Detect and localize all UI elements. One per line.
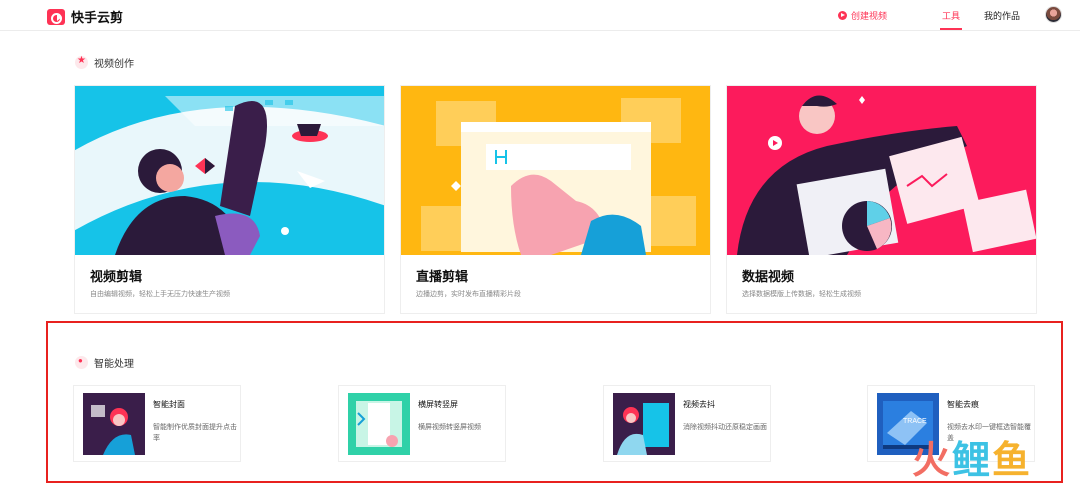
tool-description: 横屏视频转竖屏视频: [418, 424, 481, 431]
tool-description: 消除视频抖动还原稳定画面: [683, 424, 767, 431]
tool-name: 智能封面: [153, 400, 185, 409]
nav-tab-tools[interactable]: 工具: [942, 9, 960, 22]
card-title: 视频剪辑: [90, 269, 143, 284]
data-video-illustration: [727, 86, 1036, 255]
kuaishou-logo-icon: [47, 8, 65, 25]
play-circle-icon: [838, 11, 847, 20]
user-avatar[interactable]: [1045, 6, 1062, 23]
tool-video-stabilize[interactable]: 视频去抖 消除视频抖动还原稳定画面: [603, 385, 771, 462]
section-title-smart: 智能处理: [75, 355, 134, 370]
tool-name: 视频去抖: [683, 400, 715, 409]
tool-name: 横屏转竖屏: [418, 400, 458, 409]
tool-description: 智能制作优质封面提升点击率: [153, 424, 237, 442]
card-video-edit[interactable]: 视频剪辑 自由编辑视频，轻松上手无压力快速生产视频: [74, 85, 385, 314]
create-video-button[interactable]: 创建视频: [838, 9, 887, 22]
landscape-to-portrait-thumbnail: [348, 393, 410, 455]
card-title: 直播剪辑: [416, 269, 469, 284]
tool-landscape-to-portrait[interactable]: 横屏转竖屏 横屏视频转竖屏视频: [338, 385, 506, 462]
card-description: 自由编辑视频，轻松上手无压力快速生产视频: [90, 291, 230, 298]
card-description: 选择数据模版上传数据，轻松生成视频: [742, 291, 861, 298]
brand-name: 快手云剪: [71, 10, 124, 25]
card-data-video[interactable]: 数据视频 选择数据模版上传数据，轻松生成视频: [726, 85, 1037, 314]
tool-smart-cover[interactable]: 智能封面 智能制作优质封面提升点击率: [73, 385, 241, 462]
card-live-edit[interactable]: 直播剪辑 边播边剪，实时发布直播精彩片段: [400, 85, 711, 314]
video-stabilize-thumbnail: [613, 393, 675, 455]
brand-logo[interactable]: 快手云剪: [47, 7, 123, 26]
site-watermark: 火鲤鱼: [912, 441, 1032, 481]
top-navigation-bar: 快手云剪 创建视频 工具 我的作品: [0, 0, 1080, 31]
section-title-creation-text: 视频创作: [94, 59, 134, 70]
tool-name: 智能去痕: [947, 400, 979, 409]
section-title-creation: 视频创作: [75, 55, 134, 70]
location-pin-icon: [75, 356, 88, 369]
create-video-label: 创建视频: [851, 11, 888, 21]
smart-cover-thumbnail: [83, 393, 145, 455]
card-description: 边播边剪，实时发布直播精彩片段: [416, 291, 521, 298]
nav-tab-my-works[interactable]: 我的作品: [984, 9, 1020, 22]
trace-label: TRACE: [903, 418, 927, 425]
video-edit-illustration: [75, 86, 384, 255]
section-title-smart-text: 智能处理: [94, 359, 134, 370]
active-tab-indicator: [940, 28, 962, 30]
live-edit-illustration: [401, 86, 710, 255]
watermark-char: 火: [912, 440, 953, 482]
watermark-char: 鲤: [952, 440, 993, 482]
watermark-char: 鱼: [992, 440, 1033, 482]
star-badge-icon: [75, 55, 88, 69]
card-title: 数据视频: [742, 269, 795, 284]
